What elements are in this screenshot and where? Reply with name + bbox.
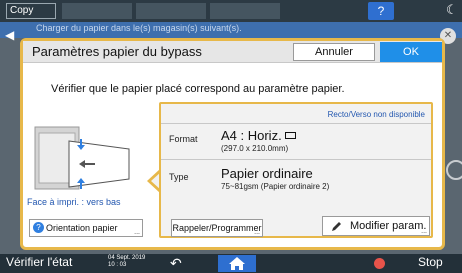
- time-text: 10 : 03: [108, 262, 127, 268]
- paper-orientation-label: Orientation papier: [46, 223, 118, 233]
- stop-button[interactable]: Stop: [418, 255, 443, 269]
- datetime: 04 Sept. 2019 10 : 03: [108, 255, 145, 269]
- format-label: Format: [169, 134, 198, 144]
- pencil-icon: [332, 222, 341, 231]
- recall-program-button[interactable]: Rappeler/Programmer ...: [171, 219, 263, 237]
- modify-settings-label: Modifier param.: [350, 220, 427, 232]
- back-icon[interactable]: ◀: [5, 28, 14, 42]
- ok-button[interactable]: OK: [380, 42, 442, 62]
- type-detail: 75~81gsm (Papier ordinaire 2): [221, 182, 330, 191]
- instruction-text: Vérifier que le papier placé correspond …: [51, 83, 345, 95]
- top-tab[interactable]: [62, 3, 132, 19]
- app-label[interactable]: Copy: [6, 3, 56, 19]
- duplex-note: Recto/Verso non disponible: [327, 110, 425, 119]
- face-down-label: Face à impri. : vers bas: [27, 197, 121, 207]
- more-icon: ...: [421, 228, 427, 235]
- bypass-paper-dialog: Paramètres papier du bypass Annuler OK V…: [20, 38, 445, 250]
- energy-saver-icon[interactable]: ☾: [446, 2, 458, 18]
- cancel-button[interactable]: Annuler: [293, 43, 375, 61]
- type-value: Papier ordinaire: [221, 166, 313, 181]
- format-value-row: A4 : Horiz.: [221, 128, 296, 143]
- landscape-paper-icon: [284, 132, 296, 139]
- stop-icon: [374, 258, 385, 269]
- more-icon: ...: [254, 229, 260, 236]
- divider: [161, 123, 431, 124]
- top-bar: Copy ? ☾: [0, 0, 462, 22]
- modify-settings-button[interactable]: Modifier param. ...: [322, 216, 430, 236]
- home-icon: [229, 257, 245, 270]
- format-detail: (297.0 x 210.0mm): [221, 144, 289, 153]
- more-icon: ...: [134, 229, 140, 236]
- divider: [161, 159, 431, 160]
- back-arrow-icon[interactable]: ↶: [170, 255, 182, 272]
- type-label: Type: [169, 172, 189, 182]
- help-icon: ?: [33, 222, 44, 233]
- format-value: A4 : Horiz.: [221, 128, 282, 143]
- bypass-tray-icon: [34, 126, 130, 190]
- dialog-header: Paramètres papier du bypass Annuler OK: [23, 41, 442, 63]
- dialog-title: Paramètres papier du bypass: [32, 44, 202, 59]
- recall-program-label: Rappeler/Programmer: [172, 223, 262, 233]
- home-button[interactable]: [218, 255, 256, 272]
- bottom-bar: Vérifier l'état 04 Sept. 2019 10 : 03 ↶ …: [0, 254, 462, 273]
- message-text: Charger du papier dans le(s) magasin(s) …: [36, 23, 242, 33]
- check-status-button[interactable]: Vérifier l'état: [6, 255, 72, 269]
- top-tab[interactable]: [136, 3, 206, 19]
- date-text: 04 Sept. 2019: [108, 255, 146, 261]
- paper-orientation-button[interactable]: ? Orientation papier ...: [29, 219, 143, 237]
- help-button[interactable]: ?: [368, 2, 394, 20]
- top-tab[interactable]: [210, 3, 280, 19]
- ring-icon: [446, 160, 462, 180]
